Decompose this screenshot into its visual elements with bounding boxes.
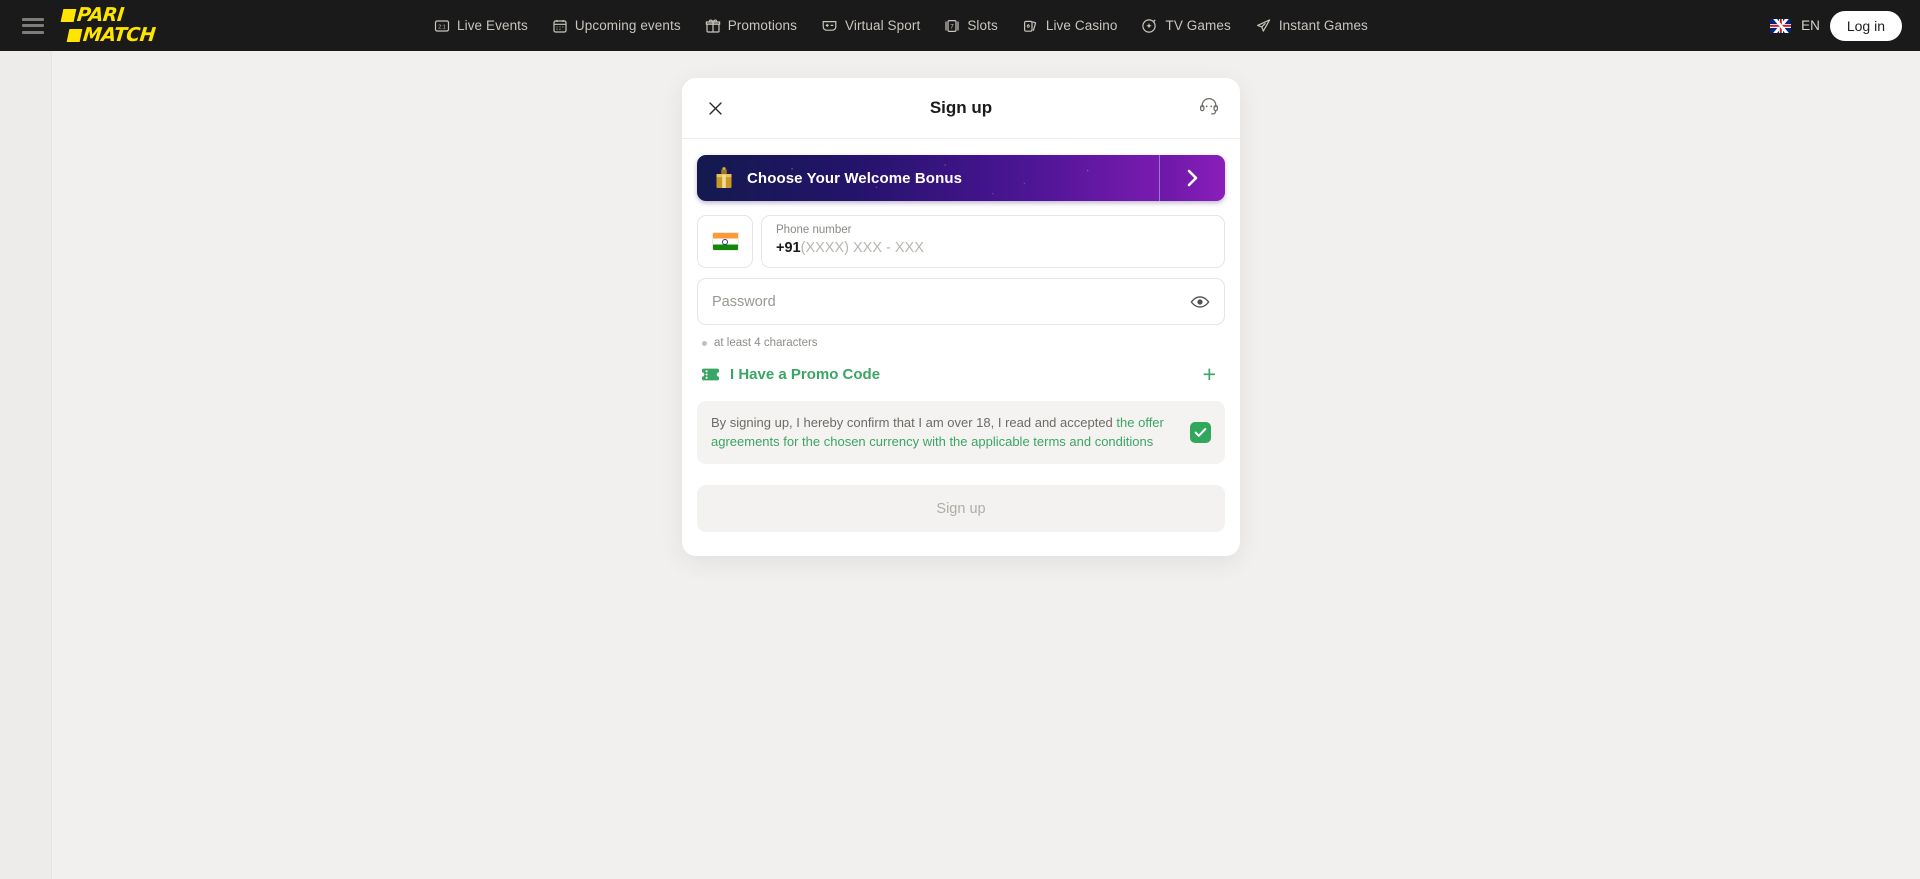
plus-icon[interactable]: + [1203, 363, 1221, 386]
phone-input-label: Phone number [776, 223, 1210, 237]
modal-body: Choose Your Welcome Bonus Phone number [682, 139, 1240, 546]
login-button[interactable]: Log in [1830, 11, 1902, 41]
gift-icon [705, 18, 721, 34]
headset-support-icon[interactable] [1198, 95, 1220, 122]
gift-box-icon [713, 166, 735, 190]
welcome-bonus-banner[interactable]: Choose Your Welcome Bonus [697, 155, 1225, 201]
promo-code-toggle[interactable]: I Have a Promo Code + [697, 359, 1225, 390]
terms-checkbox[interactable] [1190, 422, 1211, 443]
nav-item-promotions[interactable]: Promotions [705, 18, 797, 34]
nav-item-live-events[interactable]: 2:1 Live Events [434, 18, 528, 34]
password-placeholder: Password [712, 294, 1190, 310]
slots-icon: 7 [944, 18, 960, 34]
nav-label: Live Casino [1046, 18, 1118, 33]
live-events-icon: 2:1 [434, 18, 450, 34]
terms-prefix: By signing up, I hereby confirm that I a… [711, 415, 1116, 430]
nav-item-tv-games[interactable]: TV Games [1141, 17, 1230, 34]
logo-line-1: PARI [76, 6, 125, 25]
nav-item-instant-games[interactable]: Instant Games [1255, 18, 1368, 34]
india-flag-icon [712, 232, 739, 251]
cards-icon [1022, 18, 1039, 34]
nav-label: Slots [967, 18, 998, 33]
phone-mask: (XXXX) XXX - XXX [801, 240, 924, 256]
bullet-icon [702, 341, 707, 346]
hamburger-menu-icon[interactable] [22, 18, 44, 34]
calendar-icon [552, 18, 568, 34]
nav-label: TV Games [1165, 18, 1230, 33]
promo-code-label: I Have a Promo Code [730, 366, 1203, 383]
logo-slab-icon [61, 9, 77, 22]
svg-text:2:1: 2:1 [438, 24, 446, 30]
nav-item-slots[interactable]: 7 Slots [944, 18, 998, 34]
close-icon[interactable] [702, 95, 728, 121]
modal-header: Sign up [682, 78, 1240, 139]
signup-submit-button[interactable]: Sign up [697, 485, 1225, 532]
sparkle-circle-icon [1141, 17, 1158, 34]
signup-modal: Sign up [682, 78, 1240, 556]
logo-slab-icon [67, 29, 83, 42]
terms-agreement-box: By signing up, I hereby confirm that I a… [697, 401, 1225, 464]
nav-label: Promotions [728, 18, 797, 33]
phone-country-code: +91 [776, 240, 801, 256]
phone-input-value: +91(XXXX) XXX - XXX [776, 238, 1210, 259]
password-hint-text: at least 4 characters [714, 337, 818, 349]
parimatch-logo[interactable]: PARI MATCH [62, 6, 172, 46]
eye-icon[interactable] [1190, 294, 1210, 310]
password-hint: at least 4 characters [697, 337, 1225, 349]
nav-label: Live Events [457, 18, 528, 33]
topbar-right-cluster: EN Log in [1770, 0, 1902, 51]
ticket-icon [701, 367, 720, 382]
uk-flag-icon[interactable] [1770, 19, 1791, 33]
phone-number-row: Phone number +91(XXXX) XXX - XXX [697, 215, 1225, 268]
password-input[interactable]: Password [697, 278, 1225, 325]
chevron-right-icon[interactable] [1159, 155, 1225, 201]
country-selector[interactable] [697, 215, 753, 268]
page-background: Sign up [0, 51, 1920, 879]
bonus-banner-label: Choose Your Welcome Bonus [747, 170, 962, 187]
page-title: Sign up [682, 98, 1240, 118]
top-navigation-bar: PARI MATCH 2:1 Live Events [0, 0, 1920, 51]
nav-item-virtual-sport[interactable]: Virtual Sport [821, 18, 920, 34]
nav-label: Virtual Sport [845, 18, 920, 33]
rocket-icon [1255, 18, 1272, 34]
nav-label: Instant Games [1279, 18, 1368, 33]
logo-line-2: MATCH [82, 26, 156, 45]
nav-item-live-casino[interactable]: Live Casino [1022, 18, 1118, 34]
nav-item-upcoming-events[interactable]: Upcoming events [552, 18, 681, 34]
terms-text: By signing up, I hereby confirm that I a… [711, 414, 1178, 451]
left-sidebar-rail [0, 51, 52, 879]
gamepad-icon [821, 18, 838, 34]
nav-label: Upcoming events [575, 18, 681, 33]
svg-text:7: 7 [951, 23, 955, 30]
main-nav: 2:1 Live Events Upcoming events [434, 17, 1368, 34]
language-code[interactable]: EN [1801, 18, 1820, 33]
phone-input[interactable]: Phone number +91(XXXX) XXX - XXX [761, 215, 1225, 268]
